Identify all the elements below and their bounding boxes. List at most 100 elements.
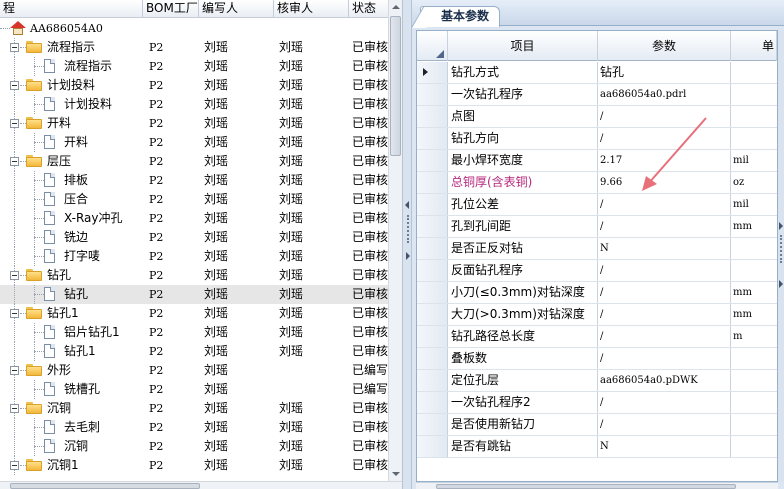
collapse-left-icon[interactable] bbox=[405, 201, 409, 209]
parameter-value[interactable]: / bbox=[598, 128, 731, 149]
row-selector[interactable] bbox=[417, 238, 448, 259]
tree-row-substep[interactable]: 流程指示 P2 刘瑶 刘瑶 已审核 bbox=[0, 57, 388, 76]
parameter-value[interactable]: aa686054a0.pDWK bbox=[598, 370, 731, 391]
parameter-row[interactable]: 钻孔方向 / bbox=[417, 128, 777, 150]
tree-row-step[interactable]: 沉铜1 P2 刘瑶 刘瑶 已审核 bbox=[0, 456, 388, 475]
row-selector[interactable] bbox=[417, 150, 448, 171]
collapse-toggle-icon[interactable] bbox=[10, 271, 19, 280]
tree-row-substep[interactable]: 开料 P2 刘瑶 刘瑶 已审核 bbox=[0, 133, 388, 152]
scroll-down-button[interactable] bbox=[389, 467, 402, 481]
scroll-thumb[interactable] bbox=[390, 16, 401, 156]
tree-row-substep[interactable]: 钻孔1 P2 刘瑶 刘瑶 已审核 bbox=[0, 342, 388, 361]
tree-row-step[interactable]: 计划投料 P2 刘瑶 刘瑶 已审核 bbox=[0, 76, 388, 95]
parameter-value[interactable]: / bbox=[598, 106, 731, 127]
parameter-row[interactable]: 是否使用新钻刀 / bbox=[417, 414, 777, 436]
tree-row-substep[interactable]: 铝片钻孔1 P2 刘瑶 刘瑶 已审核 bbox=[0, 323, 388, 342]
tab-basic-params[interactable]: 基本参数 bbox=[420, 6, 501, 27]
tree-row-step[interactable]: 沉铜 P2 刘瑶 刘瑶 已审核 bbox=[0, 399, 388, 418]
tree-row-step[interactable]: 开料 P2 刘瑶 刘瑶 已审核 bbox=[0, 114, 388, 133]
row-selector[interactable] bbox=[417, 370, 448, 391]
collapse-toggle-icon[interactable] bbox=[10, 119, 19, 128]
parameter-value[interactable]: N bbox=[598, 436, 731, 457]
tree-row-substep[interactable]: 铣槽孔 P2 刘瑶 已编写 bbox=[0, 380, 388, 399]
tree-horizontal-scrollbar[interactable] bbox=[0, 481, 402, 489]
parameter-value[interactable]: 9.66 bbox=[598, 172, 731, 193]
parameter-value[interactable]: / bbox=[598, 260, 731, 281]
row-selector[interactable] bbox=[417, 260, 448, 281]
grid-horizontal-scrollbar[interactable] bbox=[416, 482, 778, 489]
parameter-value[interactable]: / bbox=[598, 304, 731, 325]
parameter-value[interactable]: / bbox=[598, 326, 731, 347]
tree-row-substep[interactable]: 计划投料 P2 刘瑶 刘瑶 已审核 bbox=[0, 95, 388, 114]
parameter-value[interactable]: / bbox=[598, 216, 731, 237]
collapse-toggle-icon[interactable] bbox=[10, 43, 19, 52]
tree-row-step[interactable]: 流程指示 P2 刘瑶 刘瑶 已审核 bbox=[0, 38, 388, 57]
header-unit[interactable]: 单 bbox=[731, 31, 777, 61]
row-selector[interactable] bbox=[417, 172, 448, 193]
row-selector[interactable] bbox=[417, 392, 448, 413]
parameter-row[interactable]: 点图 / bbox=[417, 106, 777, 128]
panel-splitter[interactable] bbox=[402, 0, 412, 489]
row-selector[interactable] bbox=[417, 62, 448, 83]
parameter-row[interactable]: 孔到孔间距 / mm bbox=[417, 216, 777, 238]
parameter-row[interactable]: 是否有跳钻 N bbox=[417, 436, 777, 458]
expand-right-icon[interactable] bbox=[779, 222, 783, 230]
row-selector[interactable] bbox=[417, 216, 448, 237]
parameter-value[interactable]: / bbox=[598, 282, 731, 303]
scroll-thumb[interactable] bbox=[436, 484, 736, 489]
header-status[interactable]: 状态 bbox=[349, 0, 388, 18]
parameter-row[interactable]: 总铜厚(含表铜) 9.66 oz bbox=[417, 172, 777, 194]
header-bom-factory[interactable]: BOM工厂 bbox=[143, 0, 199, 18]
parameter-value[interactable]: / bbox=[598, 348, 731, 369]
parameter-row[interactable]: 是否正反对钻 N bbox=[417, 238, 777, 260]
scroll-thumb[interactable] bbox=[10, 483, 200, 489]
tree-row-substep[interactable]: 沉铜 P2 刘瑶 刘瑶 已审核 bbox=[0, 437, 388, 456]
parameter-value[interactable]: / bbox=[598, 194, 731, 215]
collapse-toggle-icon[interactable] bbox=[10, 157, 19, 166]
collapse-toggle-icon[interactable] bbox=[10, 461, 19, 470]
parameter-row[interactable]: 一次钻孔程序2/ bbox=[417, 392, 777, 414]
parameter-row[interactable]: 一次钻孔程序 aa686054a0.pdrl bbox=[417, 84, 777, 106]
tree-row-step[interactable]: 钻孔1 P2 刘瑶 刘瑶 已审核 bbox=[0, 304, 388, 323]
expand-right-icon[interactable] bbox=[779, 280, 783, 288]
parameter-row[interactable]: 最小焊环宽度 2.17 mil bbox=[417, 150, 777, 172]
collapse-toggle-icon[interactable] bbox=[10, 309, 19, 318]
scroll-up-button[interactable] bbox=[389, 0, 402, 14]
parameter-row[interactable]: 钻孔方式 钻孔 bbox=[417, 62, 777, 84]
row-selector[interactable] bbox=[417, 326, 448, 347]
header-parameter[interactable]: 参数 bbox=[598, 31, 731, 61]
header-item[interactable]: 项目 bbox=[448, 31, 598, 61]
header-process[interactable]: 程 bbox=[0, 0, 143, 18]
tree-row-substep[interactable]: 打字唛 P2 刘瑶 刘瑶 已审核 bbox=[0, 247, 388, 266]
parameter-row[interactable]: 孔位公差 / mil bbox=[417, 194, 777, 216]
tree-row-step[interactable]: 钻孔 P2 刘瑶 刘瑶 已审核 bbox=[0, 266, 388, 285]
select-all-corner[interactable] bbox=[417, 31, 448, 61]
parameter-row[interactable]: 定位孔层 aa686054a0.pDWK bbox=[417, 370, 777, 392]
row-selector[interactable] bbox=[417, 84, 448, 105]
row-selector[interactable] bbox=[417, 348, 448, 369]
collapse-right-icon[interactable] bbox=[406, 252, 410, 260]
row-selector[interactable] bbox=[417, 414, 448, 435]
tree-row-step[interactable]: 层压 P2 刘瑶 刘瑶 已审核 bbox=[0, 152, 388, 171]
tree-vertical-scrollbar[interactable] bbox=[388, 0, 402, 481]
tree-row-step[interactable]: 外形 P2 刘瑶 已编写 bbox=[0, 361, 388, 380]
row-selector[interactable] bbox=[417, 106, 448, 127]
collapse-toggle-icon[interactable] bbox=[10, 366, 19, 375]
parameter-value[interactable]: aa686054a0.pdrl bbox=[598, 84, 731, 105]
header-reviewer[interactable]: 核审人 bbox=[274, 0, 349, 18]
row-selector[interactable] bbox=[417, 436, 448, 457]
parameter-value[interactable]: / bbox=[598, 414, 731, 435]
header-writer[interactable]: 编写人 bbox=[199, 0, 274, 18]
right-panel-edge[interactable] bbox=[778, 30, 784, 482]
parameter-value[interactable]: 2.17 bbox=[598, 150, 731, 171]
parameter-row[interactable]: 叠板数 / bbox=[417, 348, 777, 370]
row-selector[interactable] bbox=[417, 304, 448, 325]
tree-row-substep[interactable]: 钻孔 P2 刘瑶 刘瑶 已审核 bbox=[0, 285, 388, 304]
parameter-row[interactable]: 钻孔路径总长度 / m bbox=[417, 326, 777, 348]
tree-row-substep[interactable]: 铣边 P2 刘瑶 刘瑶 已审核 bbox=[0, 228, 388, 247]
tree-row-substep[interactable]: 压合 P2 刘瑶 刘瑶 已审核 bbox=[0, 190, 388, 209]
row-selector[interactable] bbox=[417, 128, 448, 149]
collapse-toggle-icon[interactable] bbox=[10, 81, 19, 90]
tree-row-substep[interactable]: 排板 P2 刘瑶 刘瑶 已审核 bbox=[0, 171, 388, 190]
tree-row-substep[interactable]: X-Ray冲孔 P2 刘瑶 刘瑶 已审核 bbox=[0, 209, 388, 228]
